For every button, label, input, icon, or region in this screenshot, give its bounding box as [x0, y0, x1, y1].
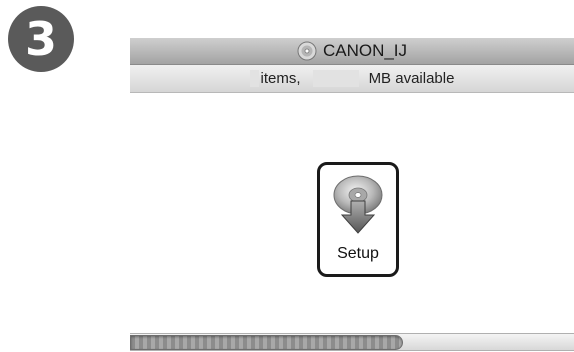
window-statusbar: items, MB available [130, 65, 574, 93]
setup-disc-icon [333, 175, 383, 234]
setup-label: Setup [337, 245, 379, 262]
horizontal-scrollbar[interactable] [130, 333, 574, 351]
disc-icon [297, 41, 317, 61]
item-count-redacted [249, 70, 259, 87]
finder-window: CANON_IJ items, MB available Setup [130, 38, 574, 352]
window-titlebar[interactable]: CANON_IJ [130, 38, 574, 65]
setup-file-item[interactable]: Setup [317, 162, 399, 277]
step-number: 3 [24, 12, 57, 66]
available-label: MB available [368, 70, 455, 87]
items-label: items, [260, 70, 301, 87]
window-title: CANON_IJ [322, 41, 408, 60]
available-size-redacted [312, 70, 359, 87]
step-number-badge: 3 [8, 6, 74, 72]
scrollbar-thumb[interactable] [130, 335, 403, 350]
